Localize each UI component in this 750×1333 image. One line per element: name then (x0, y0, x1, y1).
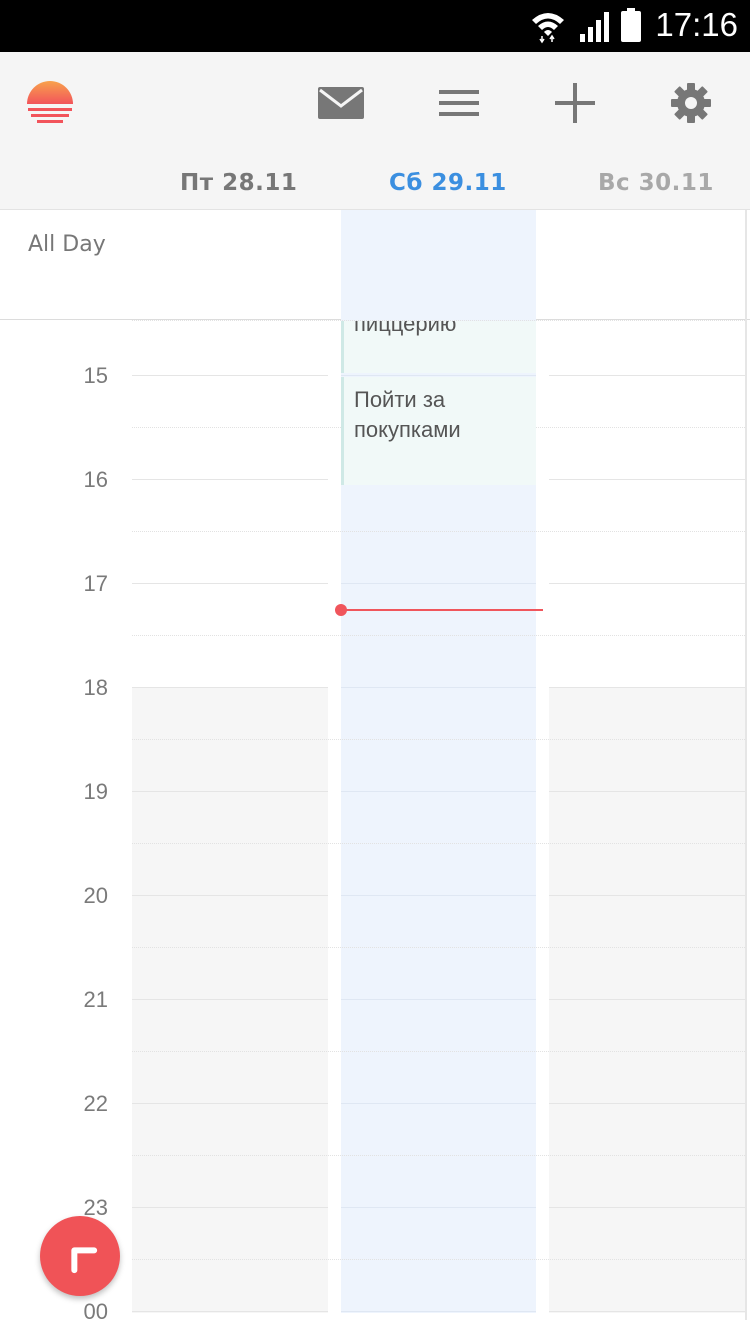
event-pizzeria[interactable]: пиццерию (341, 321, 536, 373)
hour-label-18: 18 (83, 675, 108, 700)
add-icon[interactable] (550, 80, 600, 126)
hour-line (132, 583, 328, 584)
event-title: пиццерию (354, 321, 457, 336)
hour-line (341, 1311, 536, 1312)
hour-label-19: 19 (83, 779, 108, 804)
friday-evening-column[interactable] (132, 687, 328, 1313)
hour-line (132, 479, 328, 480)
hour-line (132, 375, 328, 376)
hour-line (549, 687, 745, 688)
hour-label-15: 15 (83, 363, 108, 388)
half-hour-line (132, 1051, 745, 1052)
hour-line (132, 1103, 328, 1104)
hour-line (549, 1311, 745, 1312)
hour-line (341, 1207, 536, 1208)
hour-line (549, 999, 745, 1000)
today-allday-column[interactable] (341, 210, 536, 320)
sunrise-logo-icon[interactable] (26, 78, 74, 126)
hour-line (341, 895, 536, 896)
clock-hands-icon (71, 1247, 98, 1274)
hour-line (549, 1103, 745, 1104)
status-bar: 17:16 (0, 0, 750, 52)
hour-line (132, 1311, 328, 1312)
hour-line (341, 791, 536, 792)
half-hour-line (132, 843, 745, 844)
half-hour-line (132, 739, 745, 740)
sunday-evening-column[interactable] (549, 687, 745, 1313)
hour-line (341, 999, 536, 1000)
event-shopping[interactable]: Пойти за покупками (341, 377, 536, 485)
hour-line (549, 479, 745, 480)
status-time: 17:16 (655, 6, 738, 43)
hour-label-21: 21 (83, 987, 108, 1012)
signal-icon (580, 12, 609, 42)
half-hour-line (132, 531, 745, 532)
grid-right-edge (745, 210, 747, 1320)
app-header: Пт 28.11 Сб 29.11 Вс 30.11 (0, 52, 750, 210)
current-time-line (341, 609, 543, 611)
hour-line (549, 791, 745, 792)
day-tab-friday[interactable]: Пт 28.11 (180, 170, 297, 196)
event-title-line-2: покупками (354, 417, 461, 442)
gear-icon[interactable] (666, 80, 716, 126)
event-title-line-1: Пойти за (354, 387, 446, 412)
hour-label-00: 00 (83, 1299, 108, 1324)
hour-label-17: 17 (83, 571, 108, 596)
day-tab-sunday[interactable]: Вс 30.11 (598, 170, 714, 196)
wifi-icon (532, 13, 564, 44)
hour-label-16: 16 (83, 467, 108, 492)
hour-line (132, 687, 328, 688)
hour-line (341, 1103, 536, 1104)
day-tab-saturday[interactable]: Сб 29.11 (389, 170, 507, 196)
hour-line (341, 583, 536, 584)
hour-line (549, 895, 745, 896)
battery-icon (621, 8, 641, 42)
hour-line (549, 583, 745, 584)
hour-line (132, 791, 328, 792)
hour-line (341, 375, 536, 376)
hour-line (132, 895, 328, 896)
menu-icon[interactable] (434, 80, 484, 126)
hour-line (549, 1207, 745, 1208)
hour-line (132, 1207, 328, 1208)
half-hour-line (132, 1155, 745, 1156)
current-time-dot (335, 604, 347, 616)
half-hour-line (132, 635, 745, 636)
hour-label-22: 22 (83, 1091, 108, 1116)
hour-line (341, 687, 536, 688)
today-fab-button[interactable] (40, 1216, 120, 1296)
half-hour-line (132, 947, 745, 948)
all-day-label: All Day (28, 232, 106, 257)
hour-label-20: 20 (83, 883, 108, 908)
half-hour-line (132, 1259, 745, 1260)
hour-line (132, 999, 328, 1000)
mail-icon[interactable] (316, 80, 366, 126)
hour-line (549, 375, 745, 376)
